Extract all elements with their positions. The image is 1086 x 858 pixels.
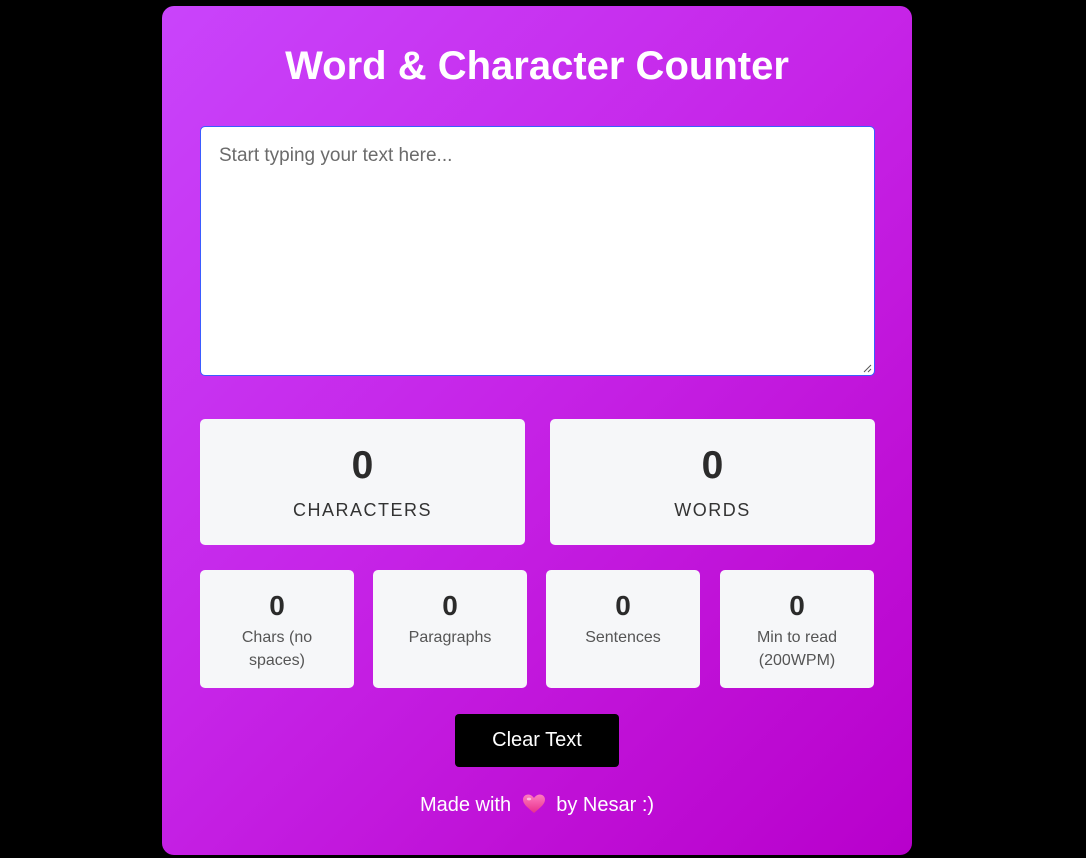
characters-count: 0: [351, 444, 374, 487]
read-time-stat: 0 Min to read (200WPM): [720, 570, 874, 688]
resize-handle-icon[interactable]: [863, 364, 872, 373]
read-time-label: Min to read (200WPM): [756, 629, 838, 669]
read-time-count: 0: [789, 590, 805, 621]
words-stat: 0 WORDS: [550, 419, 875, 545]
counter-card: Word & Character Counter 0 CHARACTERS 0 …: [162, 6, 912, 855]
sentences-count: 0: [615, 590, 631, 621]
sentences-stat: 0 Sentences: [546, 570, 700, 688]
footer-prefix: Made with: [419, 794, 512, 816]
paragraphs-stat: 0 Paragraphs: [373, 570, 527, 688]
chars-no-spaces-label: Chars (no spaces): [241, 629, 313, 669]
paragraphs-label: Paragraphs: [408, 629, 492, 646]
footer: Made with by Nesar :): [162, 792, 912, 818]
chars-no-spaces-count: 0: [269, 590, 285, 621]
chars-no-spaces-stat: 0 Chars (no spaces): [200, 570, 354, 688]
characters-stat: 0 CHARACTERS: [200, 419, 525, 545]
page-title: Word & Character Counter: [285, 44, 789, 88]
sentences-label: Sentences: [585, 629, 661, 646]
text-input-container: [200, 126, 875, 376]
text-input[interactable]: [201, 127, 874, 375]
heart-icon: [522, 794, 545, 813]
characters-label: CHARACTERS: [292, 500, 432, 520]
words-count: 0: [701, 444, 724, 487]
words-label: WORDS: [674, 500, 751, 520]
footer-suffix: by Nesar :): [556, 794, 655, 816]
paragraphs-count: 0: [442, 590, 458, 621]
clear-text-button[interactable]: Clear Text: [455, 714, 619, 767]
